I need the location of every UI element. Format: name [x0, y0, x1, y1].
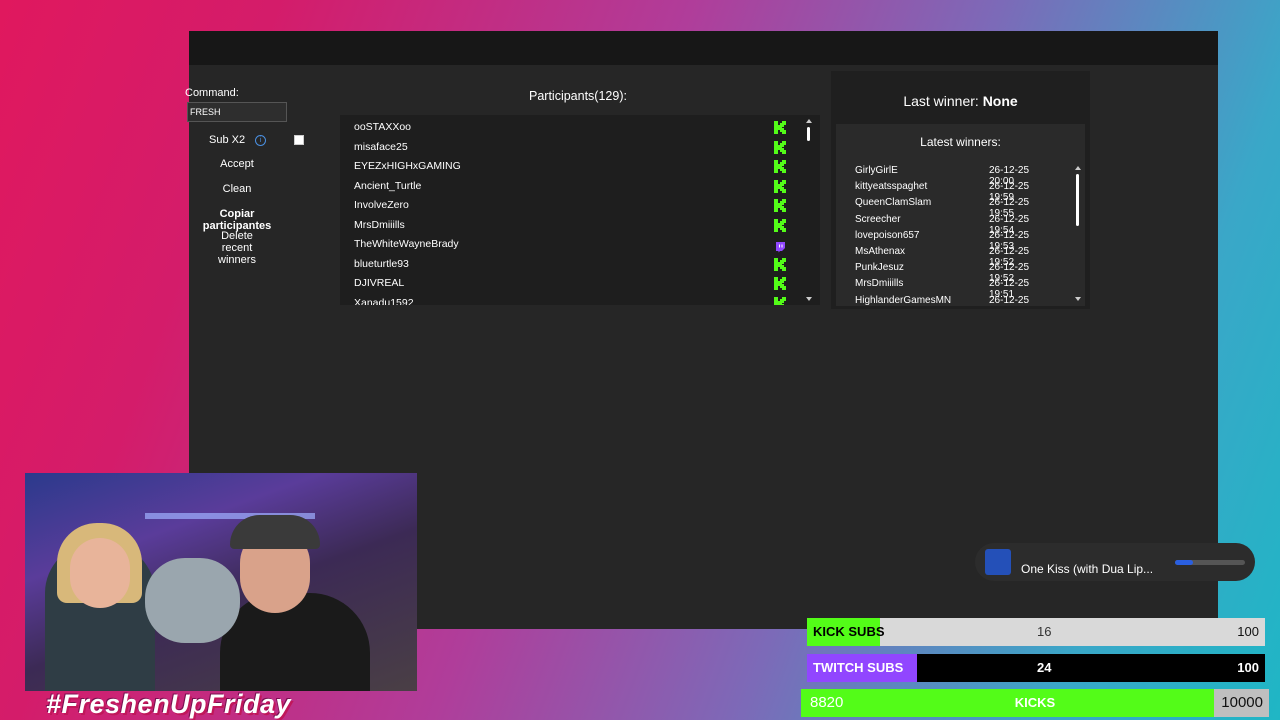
now-playing-widget: One Kiss (with Dua Lip... — [975, 543, 1255, 581]
progress-fill — [1175, 560, 1193, 565]
winner-name: QueenClamSlam — [855, 197, 932, 209]
kick-logo-icon — [774, 296, 786, 305]
winners-scrollbar[interactable] — [1075, 166, 1081, 301]
delete-recent-winners-button[interactable]: Delete recent winners — [205, 230, 269, 266]
winner-date: 26-12-25 19:49 — [989, 294, 1030, 306]
participants-scrollbar[interactable] — [806, 119, 812, 301]
winner-name: Screecher — [855, 213, 901, 225]
winner-name: HighlanderGamesMN — [855, 294, 952, 306]
now-playing-title: One Kiss (with Dua Lip... — [1021, 562, 1154, 576]
participants-list[interactable]: ooSTAXXoo misaface25 EYEZxHIGHxGAMING Ancie… — [340, 115, 820, 305]
last-winner-label: Last winner: — [903, 93, 979, 109]
scroll-down-icon[interactable] — [806, 297, 812, 301]
kick-logo-icon — [774, 218, 786, 232]
last-winner-value: None — [982, 93, 1018, 109]
command-label: Command: — [185, 87, 239, 99]
clean-button[interactable]: Clean — [189, 183, 285, 195]
winner-name: PunkJesuz — [855, 262, 904, 274]
winner-name: kittyeatsspaghet — [855, 181, 928, 193]
scroll-up-icon[interactable] — [1075, 166, 1081, 170]
goal-current: 24 — [1037, 660, 1052, 675]
now-playing-progress — [1175, 560, 1245, 565]
latest-winners-box: Latest winners: GirlyGirlE 26-12-25 20:00… — [836, 124, 1085, 306]
hashtag-banner: #FreshenUpFriday — [46, 689, 292, 719]
twitch-logo-icon — [775, 240, 786, 253]
accept-button[interactable]: Accept — [189, 158, 285, 170]
goal-current: 8820 — [810, 694, 844, 711]
streamer-left-face — [70, 538, 130, 608]
subx2-checkbox[interactable] — [294, 135, 304, 145]
participant-name: misaface25 — [354, 140, 408, 153]
goal-label: KICK SUBS — [813, 624, 885, 639]
kick-logo-icon — [774, 199, 786, 212]
copy-participants-button[interactable]: Copiar participantes — [189, 208, 285, 232]
winner-name: lovepoison657 — [855, 229, 920, 241]
kick-logo-icon — [774, 277, 786, 290]
webcam-feed — [25, 473, 417, 691]
participant-name: MrsDmiiills — [354, 218, 405, 231]
participant-name: DJIVREAL — [354, 277, 405, 289]
streamer-right-cap — [230, 515, 320, 549]
jar-object — [145, 558, 240, 643]
participant-name: Ancient_Turtle — [354, 179, 422, 192]
streamer-right — [220, 593, 370, 691]
winner-name: MrsDmiiills — [855, 278, 904, 290]
goal-label: TWITCH SUBS — [813, 660, 904, 675]
participant-name: InvolveZero — [354, 199, 409, 211]
goal-max: 100 — [1237, 660, 1259, 675]
command-input[interactable] — [187, 102, 287, 122]
goal-bar-kick-subs: KICK SUBS 16 100 — [807, 618, 1265, 646]
participant-name: blueturtle93 — [354, 257, 409, 270]
goal-bar-twitch-subs: TWITCH SUBS 24 100 — [807, 654, 1265, 682]
participant-name: Xanadu1592 — [354, 296, 414, 306]
winners-panel: Last winner: None Latest winners: GirlyG… — [831, 71, 1090, 309]
last-winner: Last winner: None — [831, 93, 1090, 109]
goal-bar-kicks: KICKS 8820 10000 — [801, 689, 1269, 717]
goal-max: 10000 — [1221, 694, 1263, 711]
kick-logo-icon — [774, 140, 786, 154]
participant-name: ooSTAXXoo — [354, 121, 412, 133]
winner-name: GirlyGirlE — [855, 165, 898, 176]
goal-max: 100 — [1237, 624, 1259, 639]
info-icon[interactable]: i — [255, 135, 266, 146]
window-titlebar — [189, 31, 1218, 65]
kick-logo-icon — [774, 179, 786, 193]
goal-current: 16 — [1037, 624, 1052, 639]
album-art-icon — [985, 549, 1011, 575]
scrollbar-thumb[interactable] — [807, 127, 810, 141]
kick-logo-icon — [774, 160, 786, 173]
kick-logo-icon — [774, 257, 786, 271]
participant-name: TheWhiteWayneBrady — [354, 238, 459, 250]
scroll-up-icon[interactable] — [806, 119, 812, 123]
goal-label: KICKS — [1014, 695, 1056, 710]
subx2-label: Sub X2 — [209, 134, 246, 146]
scroll-down-icon[interactable] — [1075, 297, 1081, 301]
participants-title: Participants(129): — [529, 89, 627, 103]
kick-logo-icon — [774, 121, 786, 134]
scrollbar-thumb[interactable] — [1076, 174, 1079, 226]
winner-name: MsAthenax — [855, 246, 906, 257]
participant-name: EYEZxHIGHxGAMING — [354, 160, 461, 172]
